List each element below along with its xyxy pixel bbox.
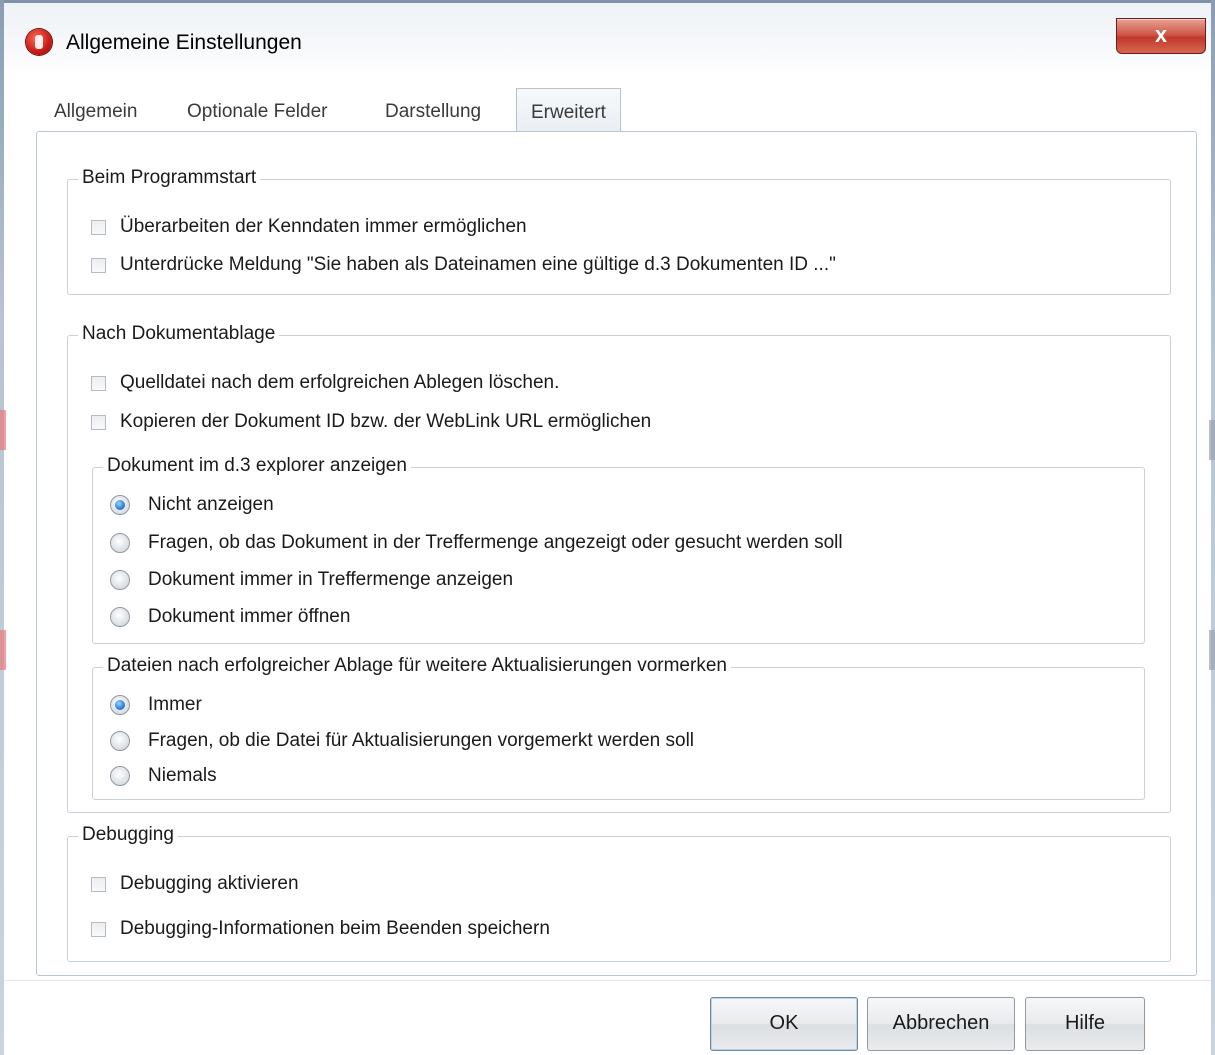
checkbox-label: Kopieren der Dokument ID bzw. der WebLin… — [120, 411, 652, 432]
window-left-edge — [0, 0, 4, 1055]
cancel-button[interactable]: Abbrechen — [867, 997, 1015, 1051]
title-bar[interactable]: Allgemeine Einstellungen x — [4, 14, 1211, 66]
radio-label: Fragen, ob das Dokument in der Trefferme… — [148, 532, 843, 553]
tab-allgemein[interactable]: Allgemein — [54, 88, 137, 132]
tab-darstellung[interactable]: Darstellung — [385, 88, 481, 132]
radio-label: Fragen, ob die Datei für Aktualisierunge… — [148, 730, 695, 751]
checkbox[interactable] — [91, 876, 106, 892]
checkbox-unterdruecke-meldung-row[interactable]: Unterdrücke Meldung "Sie haben als Datei… — [91, 250, 836, 280]
checkbox-dokument-id-kopieren-row[interactable]: Kopieren der Dokument ID bzw. der WebLin… — [91, 407, 651, 437]
help-button[interactable]: Hilfe — [1025, 997, 1145, 1051]
radio-button[interactable] — [110, 731, 130, 751]
group-programmstart: Beim Programmstart Überarbeiten der Kenn… — [67, 167, 1171, 295]
ok-button[interactable]: OK — [710, 997, 858, 1051]
tab-optionale-felder[interactable]: Optionale Felder — [187, 88, 327, 132]
app-logo-icon — [26, 29, 52, 55]
checkbox-kenndaten-row[interactable]: Überarbeiten der Kenndaten immer ermögli… — [91, 212, 527, 242]
radio-nicht-anzeigen-row[interactable]: Nicht anzeigen — [110, 490, 274, 520]
checkbox-label: Überarbeiten der Kenndaten immer ermögli… — [120, 216, 527, 237]
window-title: Allgemeine Einstellungen — [66, 31, 302, 54]
checkbox-label: Debugging aktivieren — [120, 873, 299, 894]
window-top-edge — [0, 0, 1215, 3]
background-artifact — [0, 410, 6, 450]
close-button[interactable]: x — [1116, 18, 1206, 54]
radio-label: Dokument immer in Treffermenge anzeigen — [148, 569, 514, 590]
checkbox-debugging-speichern-row[interactable]: Debugging-Informationen beim Beenden spe… — [91, 914, 550, 944]
radio-button-selected[interactable] — [110, 695, 130, 715]
radio-label: Dokument immer öffnen — [148, 606, 351, 627]
radio-fragen-vormerken-row[interactable]: Fragen, ob die Datei für Aktualisierunge… — [110, 726, 694, 756]
dialog-window: Allgemeine Einstellungen x Allgemein Opt… — [0, 0, 1215, 1055]
radio-label: Nicht anzeigen — [148, 494, 274, 515]
radio-immer-treffermenge-row[interactable]: Dokument immer in Treffermenge anzeigen — [110, 565, 513, 595]
radio-fragen-treffermenge-row[interactable]: Fragen, ob das Dokument in der Trefferme… — [110, 528, 843, 558]
group-title: Dokument im d.3 explorer anzeigen — [103, 455, 411, 477]
window-right-edge — [1211, 0, 1215, 1055]
checkbox-label: Unterdrücke Meldung "Sie haben als Datei… — [120, 254, 836, 275]
group-debugging: Debugging Debugging aktivieren Debugging… — [67, 824, 1171, 962]
radio-immer-oeffnen-row[interactable]: Dokument immer öffnen — [110, 602, 350, 632]
checkbox-quelldatei-loeschen-row[interactable]: Quelldatei nach dem erfolgreichen Ablege… — [91, 368, 559, 398]
group-title: Nach Dokumentablage — [78, 323, 280, 345]
background-artifact — [0, 630, 6, 670]
checkbox[interactable] — [91, 257, 106, 273]
group-title: Debugging — [78, 824, 178, 846]
radio-button[interactable] — [110, 533, 130, 553]
radio-immer-row[interactable]: Immer — [110, 690, 202, 720]
group-title: Beim Programmstart — [78, 167, 261, 189]
footer-divider — [4, 980, 1211, 981]
checkbox-label: Quelldatei nach dem erfolgreichen Ablege… — [120, 372, 560, 393]
radio-button[interactable] — [110, 766, 130, 786]
radio-button-selected[interactable] — [110, 495, 130, 515]
checkbox[interactable] — [91, 375, 106, 391]
radio-button[interactable] — [110, 607, 130, 627]
group-vormerken: Dateien nach erfolgreicher Ablage für we… — [92, 655, 1145, 800]
group-title: Dateien nach erfolgreicher Ablage für we… — [103, 655, 731, 677]
group-explorer-anzeigen: Dokument im d.3 explorer anzeigen Nicht … — [92, 455, 1145, 644]
checkbox[interactable] — [91, 219, 106, 235]
group-dokumentablage: Nach Dokumentablage Quelldatei nach dem … — [67, 323, 1171, 813]
radio-label: Immer — [148, 694, 202, 715]
radio-button[interactable] — [110, 570, 130, 590]
checkbox[interactable] — [91, 414, 106, 430]
radio-label: Niemals — [148, 765, 217, 786]
radio-niemals-row[interactable]: Niemals — [110, 761, 217, 791]
tab-panel-erweitert: Beim Programmstart Überarbeiten der Kenn… — [36, 131, 1197, 976]
checkbox[interactable] — [91, 921, 106, 937]
background-artifact — [1209, 630, 1215, 670]
checkbox-label: Debugging-Informationen beim Beenden spe… — [120, 918, 550, 939]
tab-erweitert[interactable]: Erweitert — [516, 88, 621, 133]
checkbox-debugging-aktivieren-row[interactable]: Debugging aktivieren — [91, 869, 299, 899]
background-artifact — [1209, 420, 1215, 460]
